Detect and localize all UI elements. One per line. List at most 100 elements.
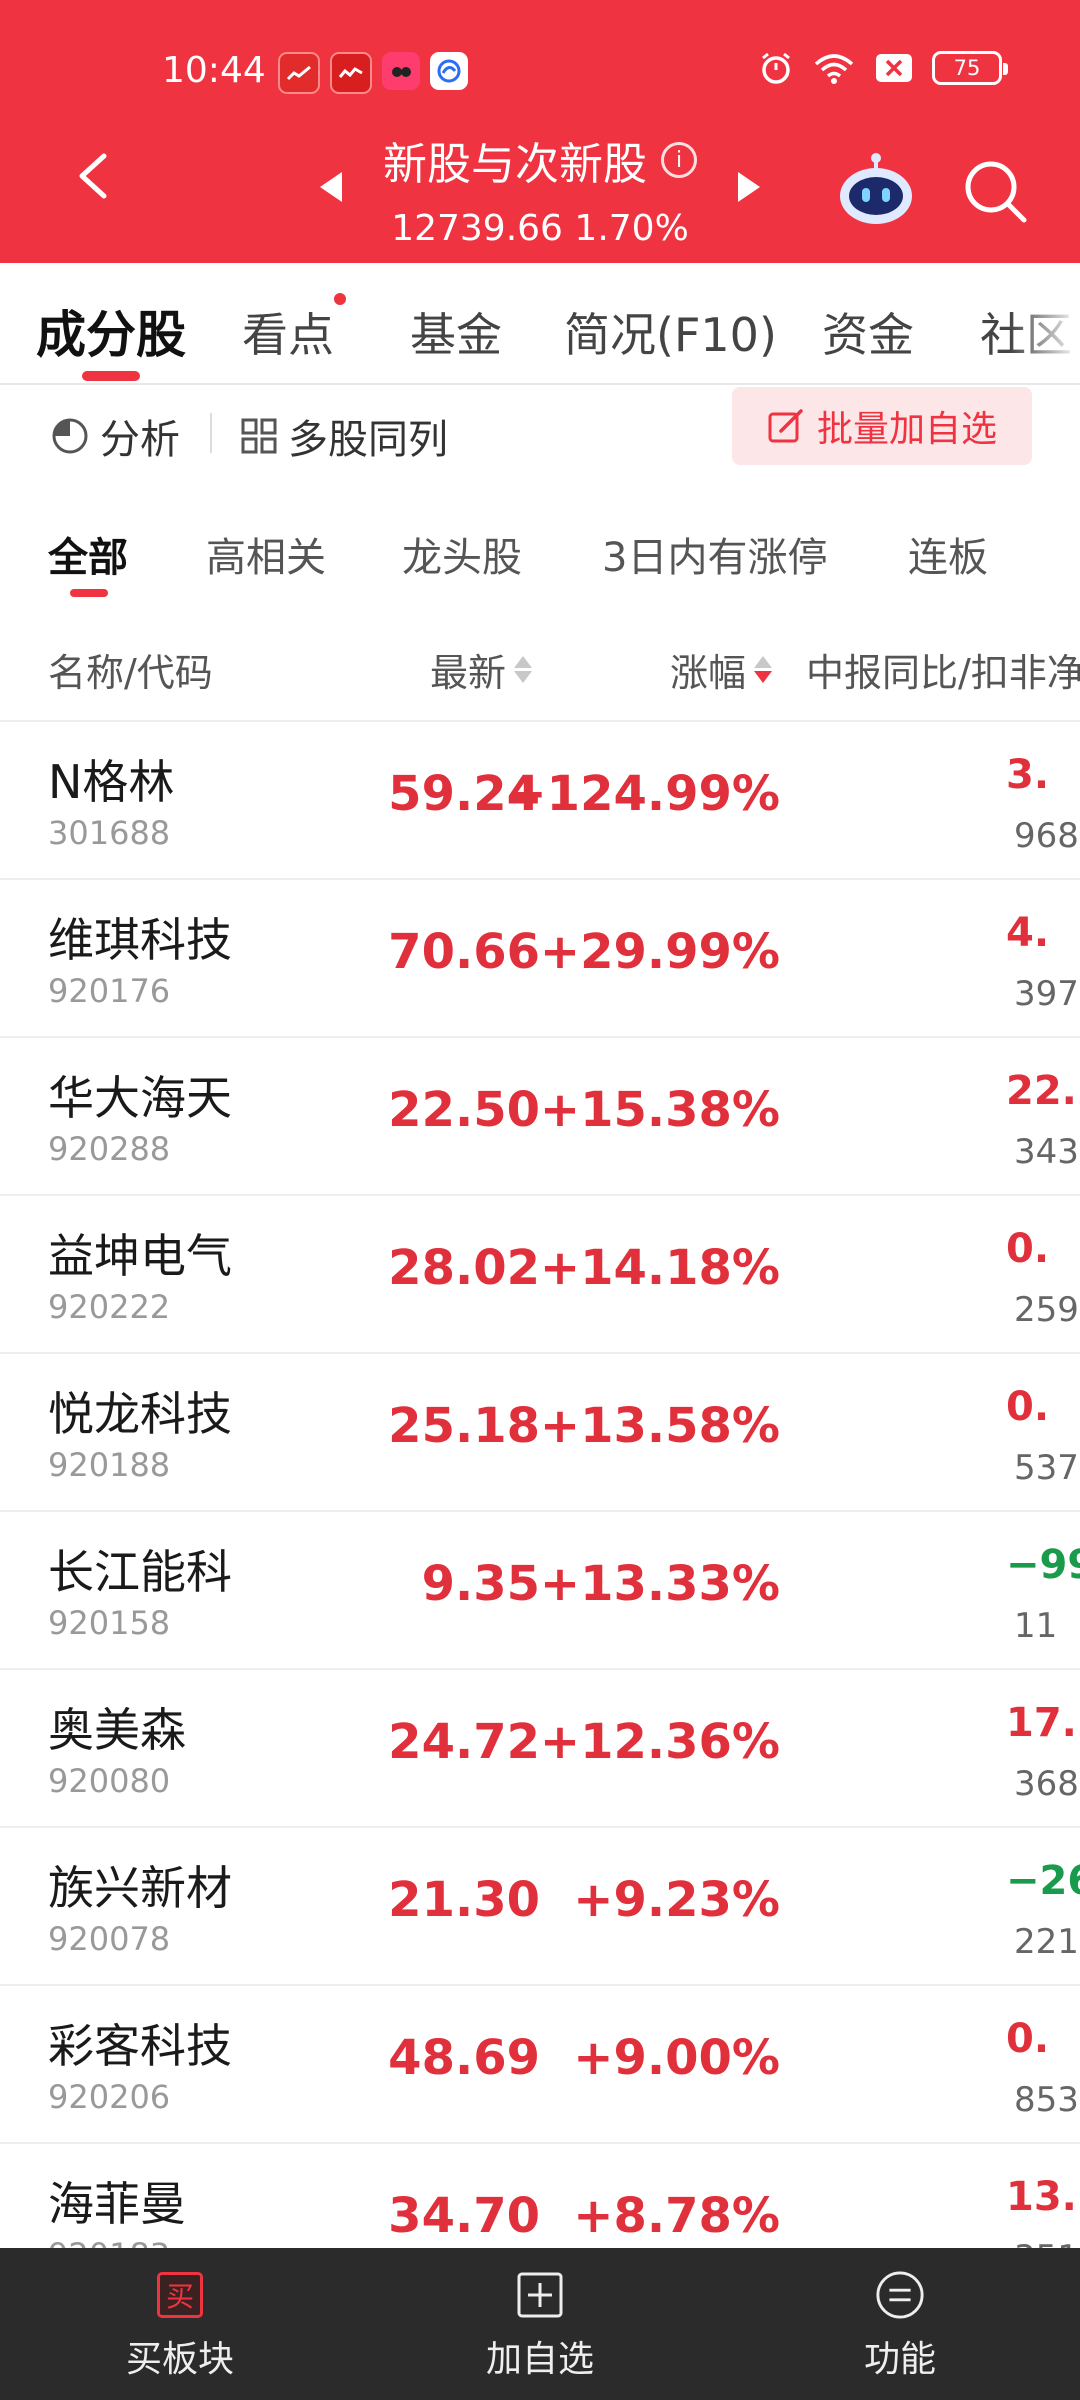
table-row[interactable]: 维琪科技 920176 70.66 +29.99% 4. 397 [0, 880, 1080, 1038]
index-quote: 12739.66 1.70% [0, 208, 1080, 249]
table-row[interactable]: 华大海天 920288 22.50 +15.38% 22. 343 [0, 1038, 1080, 1196]
tab-highlights[interactable]: 看点 [242, 299, 334, 365]
interim-yoy: −99. [1006, 1542, 1080, 1588]
stock-change: +13.58% [539, 1398, 780, 1454]
pie-chart-icon [52, 418, 88, 454]
table-row[interactable]: N格林 301688 59.24 +124.99% 3. 968 [0, 722, 1080, 880]
stock-change: +13.33% [539, 1556, 780, 1612]
stock-price: 22.50 [388, 1082, 540, 1138]
net-profit: 259 [1014, 1290, 1079, 1330]
tab-profile-f10[interactable]: 简况(F10) [564, 299, 777, 365]
col-change-sort[interactable]: 涨幅 [670, 642, 773, 697]
bottom-action-bar: 买 买板块 加自选 功能 [0, 2248, 1080, 2400]
tab-capital[interactable]: 资金 [822, 299, 914, 365]
table-row[interactable]: 族兴新材 920078 21.30 +9.23% −26. 221 [0, 1828, 1080, 1986]
plus-square-icon [515, 2270, 565, 2320]
table-row[interactable]: 悦龙科技 920188 25.18 +13.58% 0. 537 [0, 1354, 1080, 1512]
tab-constituents[interactable]: 成分股 [36, 295, 186, 367]
net-profit: 11 [1014, 1606, 1058, 1646]
interim-yoy: 0. [1006, 1384, 1050, 1430]
search-icon[interactable] [962, 158, 1028, 224]
tab-badge-dot [334, 293, 346, 305]
buy-sector-button[interactable]: 买 买板块 [0, 2248, 360, 2400]
filter-tabs: 全部 高相关 龙头股 3日内有涨停 连板 [0, 505, 1080, 597]
stock-name: 奥美森 [48, 1703, 186, 1757]
next-board-triangle-icon[interactable] [736, 170, 762, 204]
header-bar: 10:44 75 新股与次新股 i 12739.66 1.70% [0, 0, 1080, 263]
tab-funds[interactable]: 基金 [410, 299, 502, 365]
add-watchlist-button[interactable]: 加自选 [360, 2248, 720, 2400]
analysis-label: 分析 [100, 417, 180, 463]
filter-consecutive[interactable]: 连板 [908, 525, 988, 583]
net-profit: 537 [1014, 1448, 1079, 1488]
interim-yoy: 17. [1006, 1700, 1077, 1746]
stock-change: +9.00% [573, 2030, 780, 2086]
stock-code: 920080 [48, 1762, 171, 1800]
net-profit: 368 [1014, 1764, 1079, 1804]
tools-divider [210, 413, 212, 453]
interim-yoy: 3. [1006, 752, 1050, 798]
stock-price: 48.69 [388, 2030, 540, 2086]
section-tabs: 成分股 看点 基金 简况(F10) 资金 社区 [0, 263, 1080, 385]
index-value: 12739.66 [391, 208, 563, 249]
table-row[interactable]: 长江能科 920158 9.35 +13.33% −99. 11 [0, 1512, 1080, 1670]
tabs-fade-overlay [1010, 263, 1080, 381]
app-notification-icon [382, 52, 420, 90]
stock-code: 920188 [48, 1446, 171, 1484]
table-row[interactable]: 益坤电气 920222 28.02 +14.18% 0. 259 [0, 1196, 1080, 1354]
interim-yoy: −26. [1006, 1858, 1080, 1904]
stock-name: 族兴新材 [48, 1861, 232, 1915]
buy-sector-label: 买板块 [125, 2339, 234, 2380]
sort-desc-icon [754, 656, 773, 683]
stock-change: +14.18% [539, 1240, 780, 1296]
functions-label: 功能 [863, 2339, 936, 2380]
net-profit: 343 [1014, 1132, 1079, 1172]
filter-all[interactable]: 全部 [48, 525, 128, 583]
grid-icon [241, 418, 277, 454]
stock-code: 920222 [48, 1288, 171, 1326]
col-interim-yoy[interactable]: 中报同比/扣非净 [806, 642, 1080, 697]
col-latest-sort[interactable]: 最新 [430, 642, 533, 697]
stock-change: +12.36% [539, 1714, 780, 1770]
info-icon[interactable]: i [661, 142, 697, 178]
net-profit: 397 [1014, 974, 1079, 1014]
batch-add-label: 批量加自选 [816, 409, 997, 450]
table-row[interactable]: 彩客科技 920206 48.69 +9.00% 0. 853 [0, 1986, 1080, 2144]
table-row[interactable]: 奥美森 920080 24.72 +12.36% 17. 368 [0, 1670, 1080, 1828]
tab-active-indicator [82, 371, 140, 381]
status-app-icons [278, 52, 468, 94]
stock-change: +15.38% [539, 1082, 780, 1138]
batch-add-watchlist-button[interactable]: 批量加自选 [732, 387, 1032, 465]
stock-code: 920288 [48, 1130, 171, 1168]
stock-name: 悦龙科技 [48, 1387, 232, 1441]
multi-stock-button[interactable]: 多股同列 [240, 407, 448, 465]
filter-high-correlation[interactable]: 高相关 [206, 525, 326, 583]
status-indicators: 75 [758, 50, 1008, 86]
stock-change: +29.99% [539, 924, 780, 980]
stock-name: 海菲曼 [48, 2177, 186, 2231]
buy-icon: 买 [155, 2270, 205, 2320]
sim-off-icon [876, 54, 912, 82]
functions-button[interactable]: 功能 [720, 2248, 1080, 2400]
col-name-code: 名称/代码 [48, 651, 213, 695]
col-change-label: 涨幅 [670, 651, 747, 695]
net-profit: 221 [1014, 1922, 1079, 1962]
analysis-button[interactable]: 分析 [50, 407, 180, 465]
alarm-icon [762, 52, 790, 84]
stock-name: 维琪科技 [48, 913, 232, 967]
stock-name: N格林 [48, 755, 175, 809]
filter-leaders[interactable]: 龙头股 [402, 525, 522, 583]
interim-yoy: 0. [1006, 2016, 1050, 2062]
stock-code: 920078 [48, 1920, 171, 1958]
battery-icon: 75 [932, 51, 1008, 85]
stock-name: 益坤电气 [48, 1229, 232, 1283]
index-change: 1.70% [574, 208, 689, 249]
robot-assistant-icon[interactable] [836, 150, 916, 230]
filter-limit-up-3d[interactable]: 3日内有涨停 [602, 525, 827, 583]
battery-level: 75 [953, 56, 981, 80]
app-notification-icon [330, 52, 372, 94]
stock-price: 25.18 [388, 1398, 540, 1454]
multi-stock-label: 多股同列 [288, 417, 448, 463]
stock-list: N格林 301688 59.24 +124.99% 3. 968 维琪科技 92… [0, 722, 1080, 2302]
app-notification-icon [278, 52, 320, 94]
